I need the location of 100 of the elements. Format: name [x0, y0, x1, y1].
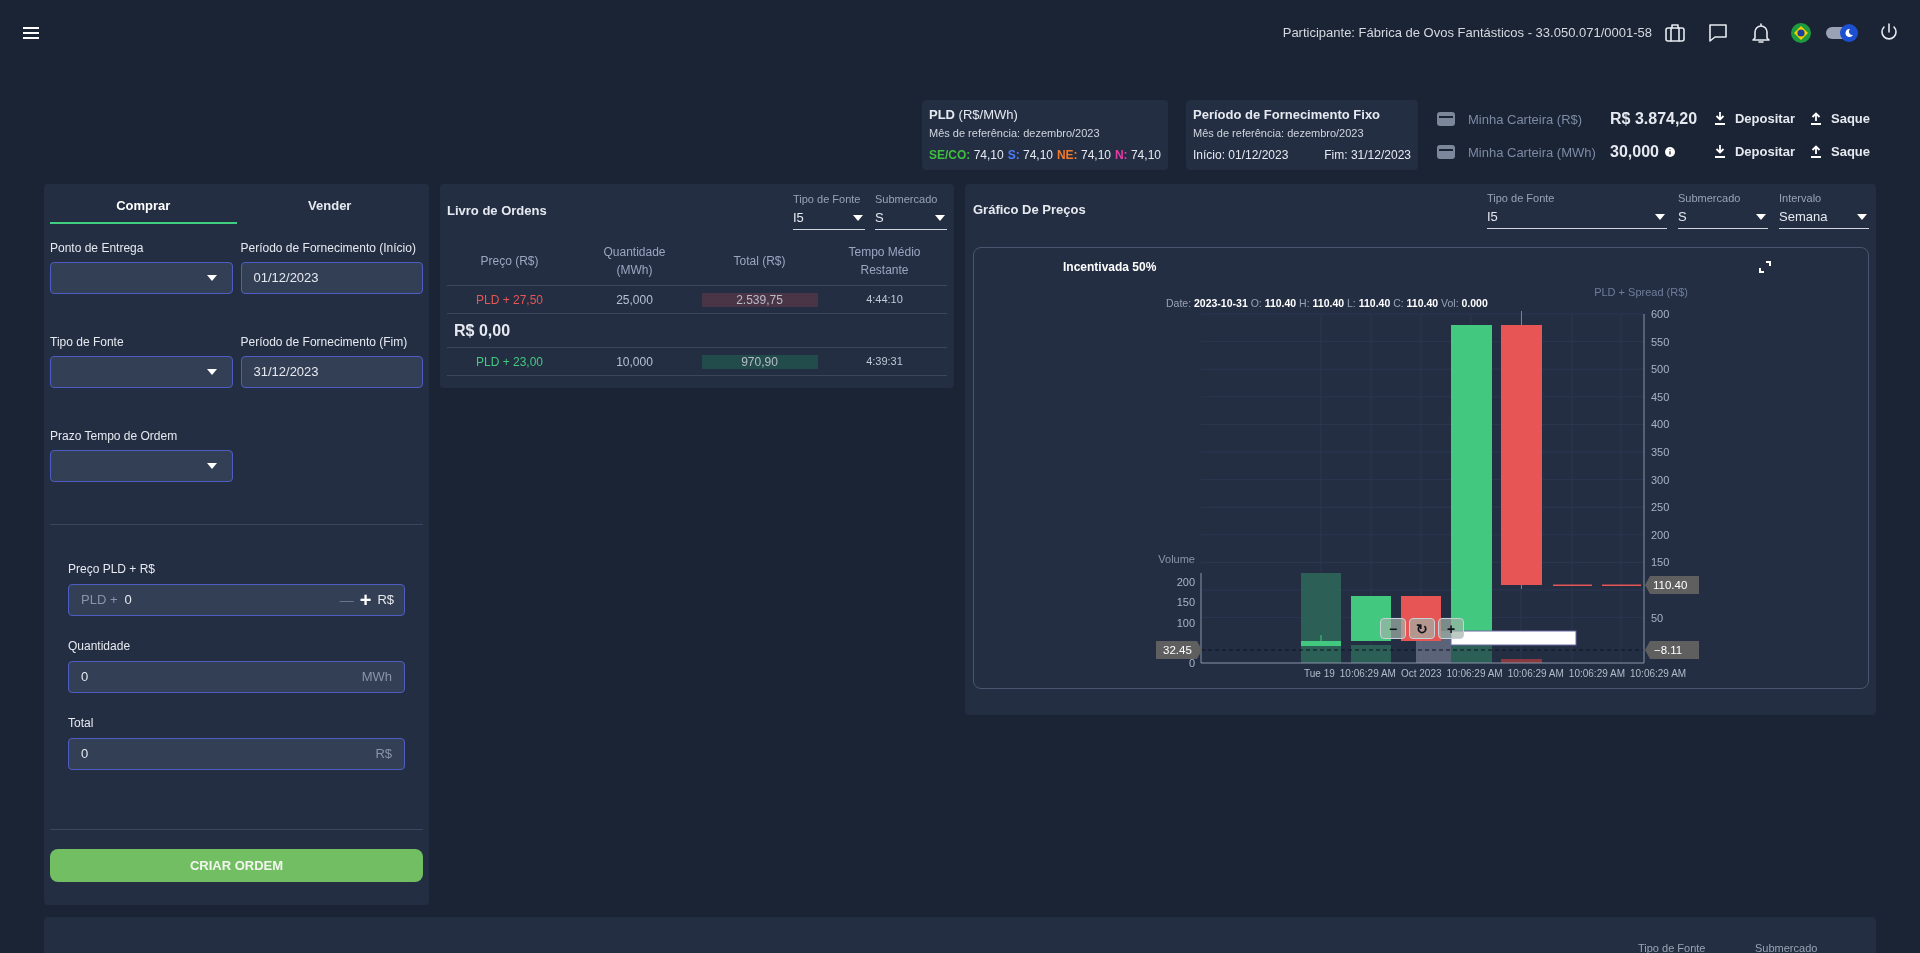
axis-tick-label: 10:06:29 AM [1568, 667, 1625, 681]
deposit-button[interactable]: Depositar [1714, 108, 1810, 129]
crosshair-price-marker: −8.11 [1645, 641, 1699, 659]
caret-icon [1655, 213, 1665, 220]
currency-suffix: R$ [375, 745, 392, 764]
zoom-out-button[interactable]: − [1380, 618, 1406, 639]
axis-tick-label: Oct 2023 [1400, 667, 1442, 681]
caret-icon [853, 214, 863, 221]
tab[interactable]: Comprar [50, 190, 237, 224]
currency-suffix: R$ [377, 591, 394, 610]
zoom-in-button[interactable]: + [1438, 618, 1464, 639]
quantity-input[interactable]: 0 MWh [68, 661, 405, 693]
withdraw-button[interactable]: Saque [1810, 108, 1870, 129]
unit-suffix: MWh [361, 668, 392, 687]
axis-tick-label: 0 [1188, 657, 1195, 669]
axis-tick-label: 250 [1651, 501, 1670, 514]
increment-button[interactable]: + [359, 590, 372, 610]
order-price: PLD + 23,00 [475, 353, 544, 371]
field-label: Ponto de Entrega [50, 240, 145, 256]
filter-dropdown[interactable]: S [875, 206, 947, 230]
filter-dropdown[interactable]: Semana [1779, 205, 1869, 229]
filter-label: Submercado [1755, 942, 1818, 953]
axis-tick-label: 10:06:29 AM [1339, 667, 1396, 681]
price-input[interactable]: PLD + 0 — + R$ [68, 584, 405, 616]
order-time: 4:39:31 [866, 354, 903, 370]
axis-tick-label: 300 [1651, 473, 1670, 486]
order-total: 2.539,75 [701, 292, 818, 307]
caret-icon [1756, 213, 1766, 220]
menu-button[interactable] [22, 24, 42, 41]
order-quantity: 25,000 [616, 291, 653, 309]
filter-label: Submercado [1678, 191, 1742, 205]
field-label: Tipo de Fonte [50, 334, 125, 350]
axis-tick-label: 50 [1651, 611, 1664, 624]
volume-bar [1351, 645, 1391, 663]
axis-tick-label: 600 [1651, 308, 1670, 320]
dropdown-field[interactable] [50, 262, 233, 294]
moon-icon [1844, 27, 1854, 38]
input-prefix: PLD + [81, 591, 118, 610]
start-date: Início: 01/12/2023 [1193, 147, 1289, 164]
date-field[interactable]: 01/12/2023 [240, 262, 423, 294]
input-value: 0 [124, 591, 132, 610]
filter-dropdown[interactable]: S [1678, 205, 1768, 229]
dropdown-field[interactable] [50, 450, 233, 482]
column-header: Quantidade (MWh) [602, 243, 667, 279]
reset-zoom-button[interactable]: ↻ [1409, 618, 1435, 639]
date-field[interactable]: 31/12/2023 [240, 356, 423, 388]
crosshair-volume-marker: 32.45 [1156, 641, 1202, 659]
pld-title: PLD (R$/MWh) [929, 106, 1019, 124]
chat-icon[interactable] [1707, 21, 1729, 44]
panel-title: Livro de Ordens [447, 202, 547, 221]
panel-title: Gráfico De Preços [973, 201, 1086, 220]
total-input[interactable]: 0 R$ [68, 738, 405, 770]
axis-tick-label: 400 [1651, 418, 1670, 431]
wallet-label: Minha Carteira (MWh) [1468, 144, 1596, 160]
withdraw-button[interactable]: Saque [1810, 141, 1870, 162]
submarket-price: NE: 74,10 [1056, 147, 1111, 164]
order-quantity: 10,000 [616, 353, 653, 371]
briefcase-icon[interactable] [1664, 21, 1686, 44]
axis-tick-label: 10:06:29 AM [1630, 667, 1687, 681]
upload-icon [1810, 112, 1822, 125]
caret-icon [206, 463, 217, 469]
field-label: Quantidade [68, 638, 132, 654]
caret-icon [1857, 213, 1867, 220]
price-axis-title: PLD + Spread (R$) [1594, 286, 1688, 298]
dropdown-field[interactable] [50, 356, 233, 388]
input-value: 0 [81, 745, 89, 764]
filter-label: Intervalo [1779, 191, 1823, 205]
axis-tick-label: 550 [1651, 335, 1670, 348]
info-icon[interactable] [1664, 146, 1675, 157]
order-total: 970,90 [701, 354, 818, 369]
wallet-balance: 30,000 [1610, 141, 1659, 162]
expand-icon[interactable] [1758, 260, 1772, 274]
reference-month: Mês de referência: dezembro/2023 [929, 125, 1101, 141]
wallet-label: Minha Carteira (R$) [1468, 111, 1583, 127]
candle [1301, 635, 1341, 646]
wallet-balance: R$ 3.874,20 [1610, 108, 1698, 129]
field-label: Preço PLD + R$ [68, 561, 157, 577]
wallet-icon [1437, 144, 1455, 159]
download-icon [1714, 112, 1726, 125]
input-value: 0 [81, 668, 89, 687]
deposit-button[interactable]: Depositar [1714, 141, 1810, 162]
wallet-icon [1437, 111, 1455, 126]
caret-icon [206, 275, 217, 281]
filter-dropdown[interactable]: I5 [1487, 205, 1667, 229]
last-price-marker: 110.40 [1645, 576, 1699, 594]
submarket-price: SE/CO: 74,10 [929, 147, 1004, 164]
axis-tick-label: 500 [1651, 363, 1670, 376]
last-price: R$ 0,00 [454, 320, 511, 341]
theme-toggle[interactable] [1826, 23, 1858, 42]
flag-icon[interactable] [1791, 22, 1811, 43]
caret-icon [935, 214, 945, 221]
order-price: PLD + 27,50 [475, 291, 544, 309]
filter-label: Tipo de Fonte [793, 192, 862, 206]
tab[interactable]: Vender [236, 190, 423, 224]
axis-tick-label: 150 [1651, 556, 1670, 569]
notification-bell-icon[interactable] [1750, 21, 1772, 44]
participant-label: Participante: Fábrica de Ovos Fantásticos - 33.050.071/0001-58 [1282, 23, 1652, 42]
download-icon [1714, 145, 1726, 158]
volume-axis-title: Volume [1158, 553, 1195, 565]
filter-dropdown[interactable]: I5 [793, 206, 865, 230]
